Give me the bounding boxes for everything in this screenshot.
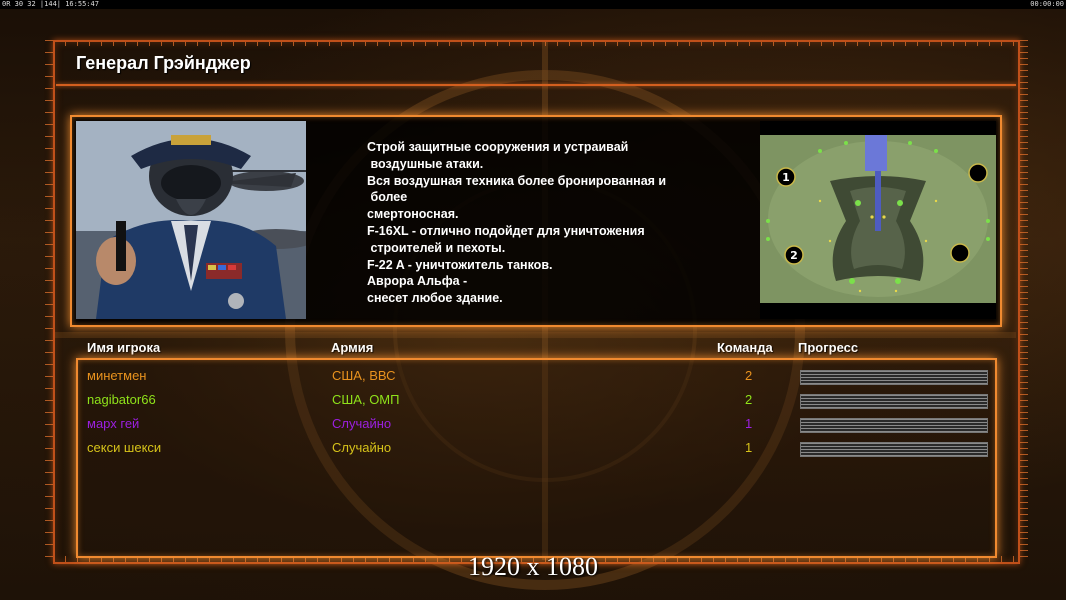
general-title: Генерал Грэйнджер [76,53,251,73]
player-army: США, ВВС [332,368,396,383]
progress-fill [801,371,987,384]
player-team: 1 [745,440,753,455]
description-line: смертоносная. [367,207,459,222]
player-name: марх гей [87,416,140,431]
player-team: 1 [745,416,753,431]
start-position-label: 2 [790,249,798,262]
players-table: минетмен США, ВВС 2 nagibator66 США, ОМП 2 мар… [76,358,997,558]
player-team: 2 [745,368,753,383]
progress-bar [800,442,988,457]
table-row: минетмен США, ВВС 2 [78,364,995,388]
table-row: секси шекси Случайно 1 [78,436,995,460]
status-clock: 00:00:00 [1030,0,1064,8]
description-line: F-16XL - отлично подойдет для уничтожени… [367,223,645,238]
general-portrait [76,121,306,319]
player-name: минетмен [87,368,147,383]
player-army: Случайно [332,416,392,431]
map-preview[interactable]: 1 2 [760,121,996,319]
general-description: Строй защитные сооружения и устраивай во… [367,139,727,307]
player-army: США, ОМП [332,392,400,407]
header-player-name: Имя игрока [87,340,161,355]
description-line: строителей и пехоты. [367,240,506,255]
progress-fill [801,419,987,432]
title-divider [56,84,1016,86]
progress-fill [801,443,987,456]
progress-bar [800,418,988,433]
progress-fill [801,395,987,408]
resolution-label: 1920 x 1080 [468,552,598,581]
ruler-left [45,40,53,562]
progress-bar [800,370,988,385]
table-row: марх гей Случайно 1 [78,412,995,436]
start-position-label: 1 [782,171,790,184]
description-line: Аврора Альфа - [367,274,468,289]
player-army: Случайно [332,440,392,455]
description-line: более [367,190,408,205]
description-line: F-22 A - уничтожитель танков. [367,257,553,272]
general-info-panel: Строй защитные сооружения и устраивай во… [70,115,1002,327]
player-team: 2 [745,392,753,407]
header-army: Армия [331,340,374,355]
player-name: секси шекси [87,440,162,455]
header-team: Команда [717,340,773,355]
map-preview-image: 1 2 [760,121,996,319]
player-name: nagibator66 [87,392,156,407]
description-line: Вся воздушная техника более бронированна… [367,173,667,188]
header-progress: Прогресс [798,340,859,355]
description-line: снесет любое здание. [367,291,503,306]
progress-bar [800,394,988,409]
description-line: воздушные атаки. [367,156,484,171]
description-line: Строй защитные сооружения и устраивай [367,140,629,154]
status-bar: 0R 30 32 |144| 16:55:47 00:00:00 [0,0,1066,9]
general-portrait-image [76,121,306,319]
table-row: nagibator66 США, ОМП 2 [78,388,995,412]
status-left: 0R 30 32 |144| 16:55:47 [2,0,99,8]
